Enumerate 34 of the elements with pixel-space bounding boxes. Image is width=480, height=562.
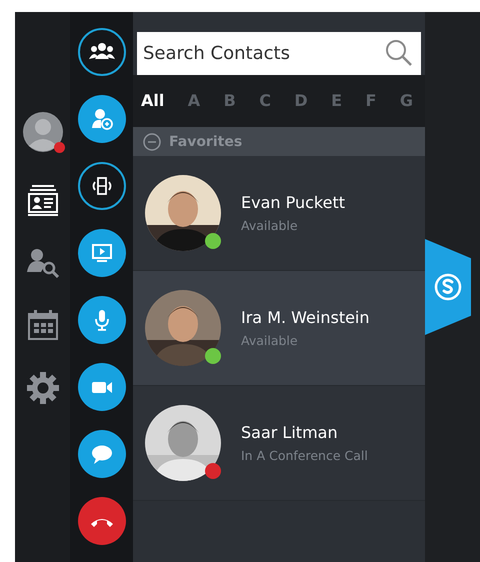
contact-row[interactable]: Ira M. Weinstein Available	[133, 271, 425, 386]
letter-tab[interactable]: F	[365, 89, 376, 111]
chat-button[interactable]	[78, 430, 126, 478]
group-label: Favorites	[169, 134, 242, 150]
contact-status: Available	[241, 218, 299, 233]
letter-tab[interactable]: A	[188, 89, 200, 111]
contact-name: Ira M. Weinstein	[241, 308, 370, 327]
contact-name: Evan Puckett	[241, 193, 345, 212]
search-icon[interactable]	[385, 39, 413, 67]
letter-tab[interactable]: G	[400, 89, 413, 111]
letter-tab[interactable]: D	[294, 89, 308, 111]
letter-tab[interactable]: B	[224, 89, 236, 111]
profile-avatar[interactable]	[22, 112, 62, 152]
contact-name: Saar Litman	[241, 423, 339, 442]
microphone-button[interactable]	[78, 296, 126, 344]
screen-share-button[interactable]	[78, 229, 126, 277]
video-button[interactable]	[78, 363, 126, 411]
hang-up-button[interactable]	[78, 497, 126, 545]
contact-status: In A Conference Call	[241, 448, 368, 463]
letter-tab[interactable]: C	[259, 89, 271, 111]
transfer-button[interactable]	[78, 162, 126, 210]
letter-tab[interactable]: All	[141, 89, 164, 111]
settings-icon[interactable]	[26, 372, 58, 404]
skype-icon	[433, 272, 463, 302]
search-field[interactable]: Search Contacts	[137, 32, 421, 75]
user-silhouette-icon	[22, 112, 62, 152]
contact-status: Available	[241, 333, 299, 348]
letter-tab[interactable]: E	[331, 89, 342, 111]
person-search-icon[interactable]	[26, 248, 58, 278]
group-button[interactable]	[78, 28, 126, 76]
contacts-card-icon[interactable]	[28, 184, 58, 216]
calendar-icon[interactable]	[28, 310, 58, 340]
add-contact-button[interactable]	[78, 95, 126, 143]
collapse-icon[interactable]	[143, 132, 161, 150]
